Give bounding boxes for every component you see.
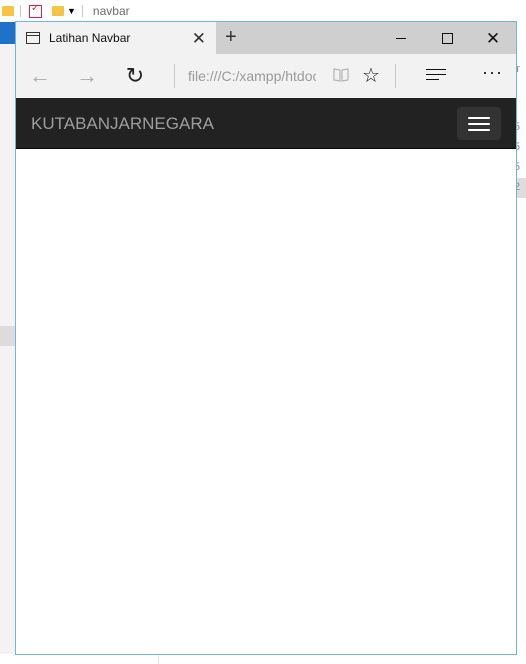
explorer-selected-nav[interactable] [0, 22, 16, 44]
refresh-button[interactable]: ↻ [115, 54, 155, 98]
tab-title: Latihan Navbar [49, 31, 131, 45]
browser-titlebar[interactable]: Latihan Navbar ✕ + ✕ [16, 22, 516, 54]
star-icon[interactable]: ☆ [362, 63, 380, 88]
minimize-button[interactable] [378, 22, 424, 54]
explorer-selected-row[interactable]: 2 [514, 178, 526, 198]
close-icon: ✕ [485, 28, 501, 48]
hamburger-icon [468, 116, 490, 119]
folder-icon[interactable] [52, 6, 64, 16]
maximize-icon [441, 32, 453, 44]
more-icon[interactable]: ··· [482, 62, 503, 83]
explorer-file-list: ar 5 5 5 [510, 22, 526, 664]
url-field[interactable]: file:///C:/xampp/htdocs/navbar/index.htm… [188, 68, 316, 84]
navbar-toggle-button[interactable] [457, 107, 501, 140]
new-tab-button[interactable]: + [225, 26, 237, 48]
divider [395, 64, 396, 88]
folder-icon[interactable] [2, 6, 14, 16]
navbar-brand[interactable]: KUTABANJARNEGARA [31, 114, 214, 134]
explorer-path-label: navbar [92, 4, 130, 18]
checklist-icon[interactable] [29, 3, 42, 18]
site-navbar: KUTABANJARNEGARA [16, 98, 516, 149]
minimize-icon [396, 37, 406, 39]
close-tab-icon[interactable]: ✕ [192, 30, 206, 47]
explorer-status-bar [0, 654, 526, 664]
forward-arrow-icon: → [76, 63, 98, 88]
reading-view-icon[interactable] [332, 66, 350, 84]
maximize-button[interactable] [424, 22, 470, 54]
explorer-nav-item[interactable] [0, 326, 16, 346]
divider [174, 64, 175, 88]
back-button[interactable]: ← [20, 54, 60, 98]
tab-latihan-navbar[interactable]: Latihan Navbar ✕ [16, 22, 216, 54]
tab-page-icon [26, 32, 40, 44]
divider [20, 5, 21, 17]
address-bar: ← → ↻ file:///C:/xampp/htdocs/navbar/ind… [16, 54, 516, 98]
forward-button[interactable]: → [67, 54, 107, 98]
refresh-icon: ↻ [125, 63, 145, 88]
hamburger-icon [468, 122, 490, 125]
hub-icon[interactable] [426, 69, 446, 83]
hamburger-icon [468, 128, 490, 131]
browser-window: Latihan Navbar ✕ + ✕ ← → ↻ file:///C:/xa… [15, 21, 517, 655]
divider [81, 5, 83, 17]
divider [158, 654, 159, 664]
back-arrow-icon: ← [29, 63, 51, 88]
page-viewport: KUTABANJARNEGARA [16, 98, 516, 654]
chevron-down-icon[interactable]: ▼ [67, 6, 76, 16]
close-window-button[interactable]: ✕ [470, 22, 516, 54]
explorer-quick-access-bar: ▼ navbar [0, 0, 526, 22]
